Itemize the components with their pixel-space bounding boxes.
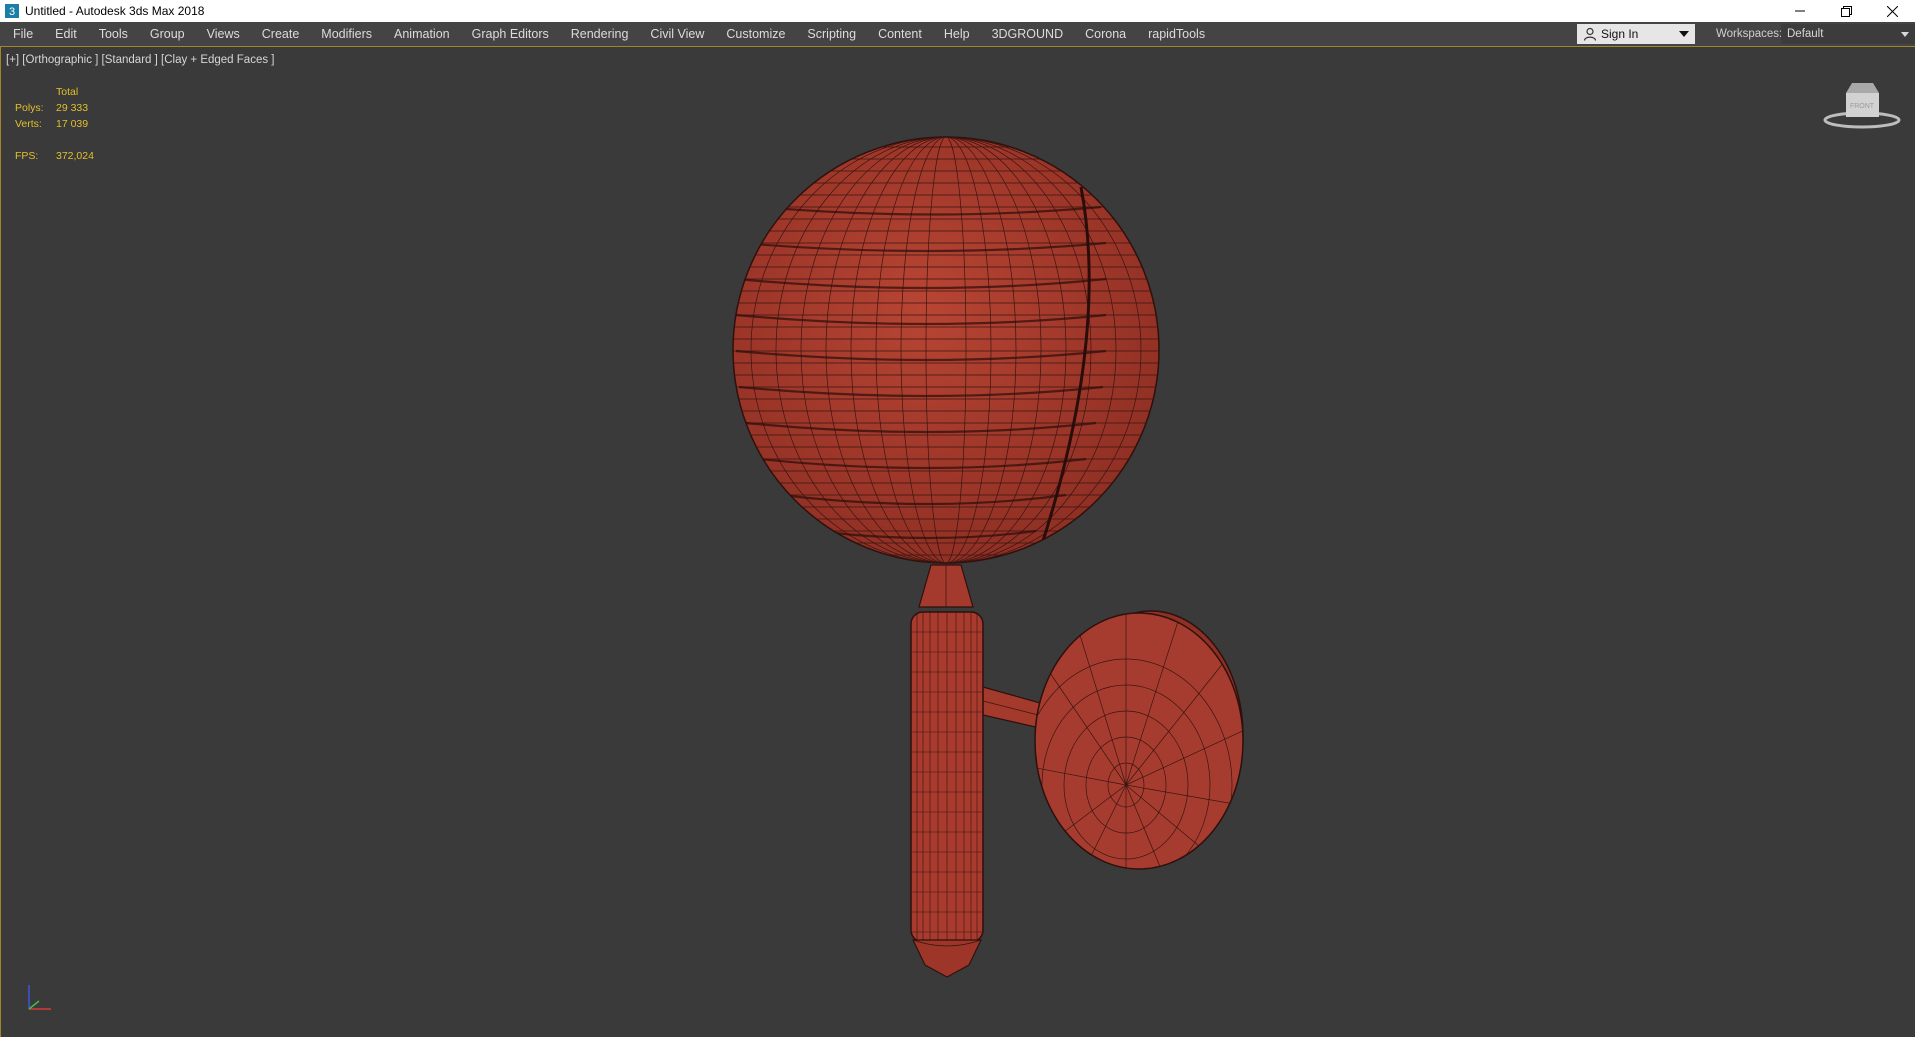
menu-rapidtools[interactable]: rapidTools: [1137, 22, 1216, 46]
3dsmax-app-icon: 3: [5, 4, 19, 18]
menu-tools[interactable]: Tools: [88, 22, 139, 46]
workspaces-label: Workspaces:: [1716, 28, 1783, 40]
sign-in-label: Sign In: [1601, 27, 1639, 41]
minimize-icon: [1795, 10, 1805, 12]
window-title: Untitled - Autodesk 3ds Max 2018: [25, 4, 205, 18]
close-button[interactable]: [1869, 0, 1915, 22]
menu-modifiers[interactable]: Modifiers: [310, 22, 383, 46]
menu-create[interactable]: Create: [251, 22, 311, 46]
menu-group[interactable]: Group: [139, 22, 196, 46]
axis-tripod-icon: [28, 985, 51, 1010]
close-icon: [1886, 5, 1898, 17]
menu-help[interactable]: Help: [933, 22, 981, 46]
restore-icon: [1840, 5, 1852, 17]
svg-text:3: 3: [9, 6, 15, 18]
workspaces-selected: Default: [1787, 28, 1824, 40]
viewport-orthographic[interactable]: [+] [Orthographic ] [Standard ] [Clay + …: [0, 47, 1915, 1037]
menu-edit[interactable]: Edit: [44, 22, 88, 46]
menu-graph-editors[interactable]: Graph Editors: [461, 22, 560, 46]
workspaces-dropdown[interactable]: Default: [1781, 24, 1915, 44]
menu-rendering[interactable]: Rendering: [560, 22, 640, 46]
menu-content[interactable]: Content: [867, 22, 933, 46]
minimize-button[interactable]: [1777, 0, 1823, 22]
menu-file[interactable]: File: [0, 22, 44, 46]
menu-animation[interactable]: Animation: [383, 22, 461, 46]
user-icon: [1583, 27, 1597, 41]
chevron-down-icon: [1679, 31, 1689, 37]
sign-in-button[interactable]: Sign In: [1577, 24, 1695, 44]
restore-button[interactable]: [1823, 0, 1869, 22]
title-bar: 3 Untitled - Autodesk 3ds Max 2018: [0, 0, 1915, 22]
menu-customize[interactable]: Customize: [715, 22, 796, 46]
wall-sconce-model[interactable]: [1, 47, 1915, 1037]
menu-views[interactable]: Views: [196, 22, 251, 46]
menu-civil-view[interactable]: Civil View: [639, 22, 715, 46]
menu-corona[interactable]: Corona: [1074, 22, 1137, 46]
menu-3dground[interactable]: 3DGROUND: [981, 22, 1075, 46]
menu-scripting[interactable]: Scripting: [796, 22, 867, 46]
chevron-down-icon: [1901, 32, 1909, 37]
